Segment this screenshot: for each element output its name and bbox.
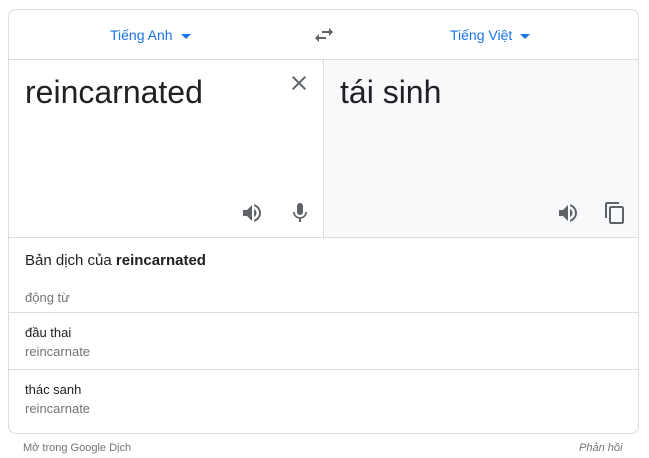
listen-translation-button[interactable] [556, 201, 580, 225]
caret-down-icon [180, 33, 191, 39]
source-text-input[interactable]: reincarnated [25, 72, 203, 112]
close-icon [292, 76, 306, 90]
feedback-link[interactable]: Phản hồi [579, 442, 622, 454]
open-in-google-translate-link[interactable]: Mở trong Google Dịch [23, 442, 131, 454]
source-language-selector[interactable]: Tiếng Anh [110, 25, 191, 45]
clear-button[interactable] [287, 71, 311, 95]
translation-panes: reincarnated tái sinh [9, 59, 638, 238]
entry-back-translation: reincarnate [25, 401, 91, 416]
copy-icon [605, 202, 624, 224]
target-language-label: Tiếng Việt [450, 27, 513, 43]
microphone-icon [293, 203, 307, 222]
part-of-speech: động từ [25, 290, 70, 305]
list-item[interactable]: thác sanh reincarnate [9, 369, 638, 426]
entry-word: thác sanh [25, 382, 82, 397]
details-heading-term: reincarnated [115, 252, 206, 269]
entry-back-translation: reincarnate [25, 344, 91, 359]
speaker-icon [559, 204, 577, 222]
source-pane: reincarnated [9, 60, 324, 237]
list-item[interactable]: đầu thai reincarnate [9, 312, 638, 369]
target-pane: tái sinh [325, 60, 638, 237]
translated-text: tái sinh [340, 74, 442, 110]
details-heading-prefix: Bản dịch của [25, 252, 112, 269]
voice-input-button[interactable] [288, 201, 312, 225]
copy-translation-button[interactable] [603, 201, 627, 225]
target-language-selector[interactable]: Tiếng Việt [450, 25, 531, 45]
caret-down-icon [520, 33, 531, 39]
speaker-icon [243, 204, 261, 222]
source-language-label: Tiếng Anh [110, 27, 173, 43]
translate-card: Tiếng Anh Tiếng Việt reincarnated tái si… [8, 9, 639, 434]
swap-languages-button[interactable] [312, 23, 336, 47]
entry-word: đầu thai [25, 325, 72, 340]
listen-source-button[interactable] [240, 201, 264, 225]
swap-icon [315, 28, 333, 42]
language-bar: Tiếng Anh Tiếng Việt [9, 10, 638, 59]
details-heading: Bản dịch của reincarnated [25, 252, 206, 269]
